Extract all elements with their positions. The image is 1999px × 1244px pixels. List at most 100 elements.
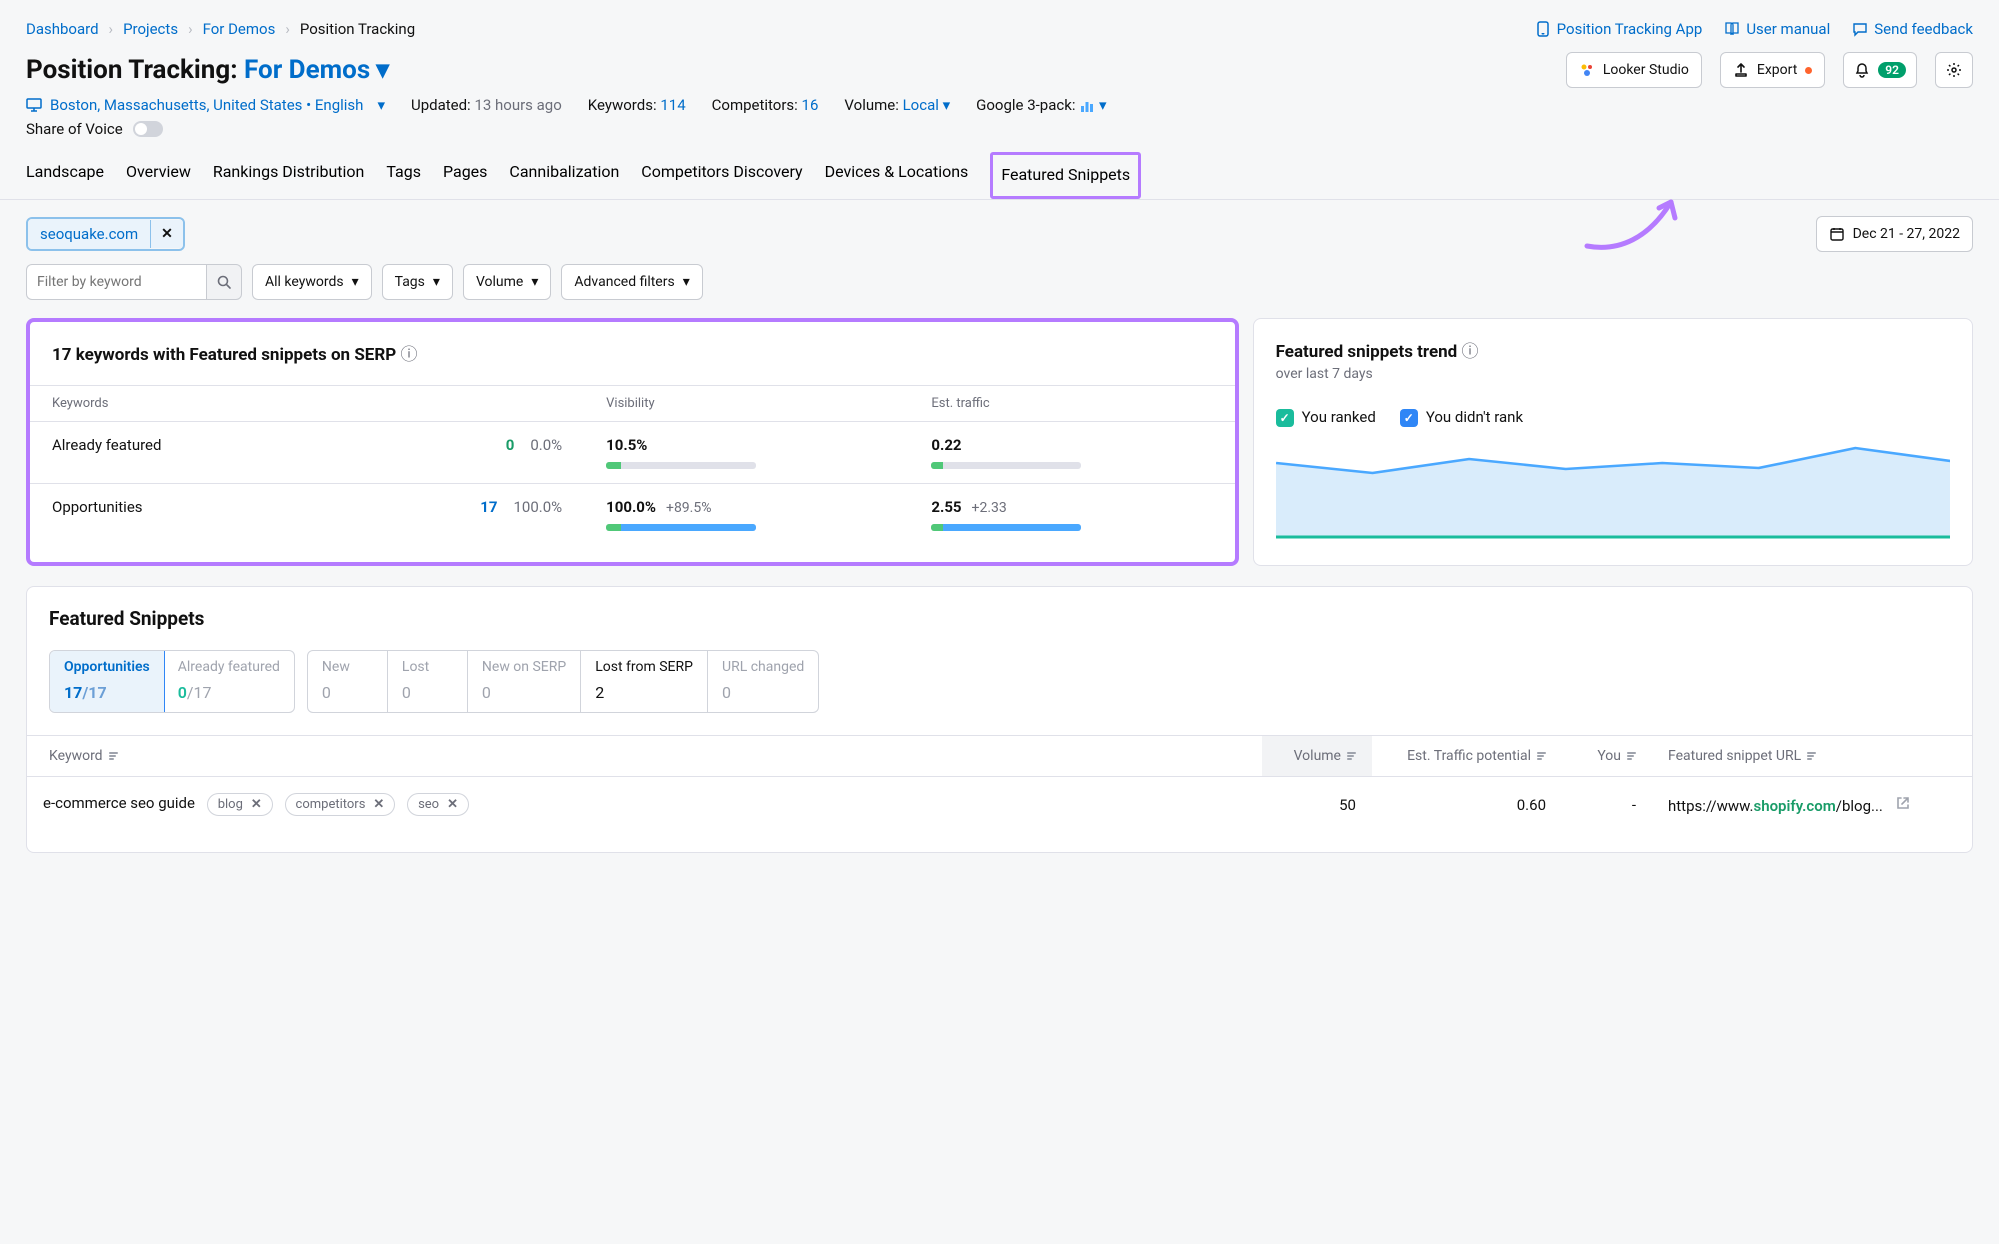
- domain-chip-remove[interactable]: ✕: [150, 220, 183, 248]
- crumb-projects[interactable]: Projects: [123, 20, 178, 38]
- competitors-link[interactable]: 16: [802, 96, 819, 114]
- column-est-traffic: Est. traffic: [909, 386, 1234, 422]
- notifications-button[interactable]: 92: [1843, 52, 1917, 88]
- trend-card-title: Featured snippets trend ⓘ: [1276, 337, 1950, 362]
- info-icon[interactable]: ⓘ: [400, 345, 417, 365]
- location-selector[interactable]: Boston, Massachusetts, United States • E…: [26, 96, 385, 114]
- keywords-link[interactable]: 114: [660, 96, 685, 114]
- calendar-icon: [1829, 226, 1845, 242]
- book-icon: [1724, 21, 1740, 37]
- tab-tags[interactable]: Tags: [386, 152, 421, 199]
- keyword-filter-input[interactable]: [26, 264, 206, 300]
- keyword-filter: [26, 264, 242, 300]
- close-icon[interactable]: ✕: [251, 797, 262, 812]
- col-est-traffic[interactable]: Est. Traffic potential: [1372, 736, 1562, 776]
- tab-cannibalization[interactable]: Cannibalization: [509, 152, 619, 199]
- monitor-icon: [26, 97, 42, 113]
- col-you[interactable]: You: [1562, 736, 1652, 776]
- tabs: Landscape Overview Rankings Distribution…: [0, 152, 1999, 200]
- page-title: Position Tracking: For Demos▾: [26, 55, 1548, 85]
- legend-you-ranked[interactable]: ✓You ranked: [1276, 408, 1376, 427]
- date-range-button[interactable]: Dec 21 - 27, 2022: [1816, 216, 1973, 252]
- external-link-icon[interactable]: [1895, 795, 1911, 811]
- column-visibility: Visibility: [584, 386, 909, 422]
- close-icon[interactable]: ✕: [447, 797, 458, 812]
- filter-chip-row: seoquake.com ✕ Dec 21 - 27, 2022: [26, 216, 1973, 252]
- looker-studio-button[interactable]: Looker Studio: [1566, 52, 1702, 88]
- cell-url: https://www.shopify.com/blog...: [1652, 779, 1972, 831]
- cell-you: -: [1562, 780, 1652, 830]
- chevron-down-icon: ▾: [377, 96, 385, 114]
- google-3pack-selector[interactable]: Google 3-pack: ▾: [976, 96, 1106, 114]
- tab-overview[interactable]: Overview: [126, 152, 191, 199]
- tags-dropdown[interactable]: Tags ▾: [382, 264, 453, 300]
- page-title-row: Position Tracking: For Demos▾ Looker Stu…: [26, 52, 1973, 88]
- featured-snippets-panel: Featured Snippets Opportunities 17/17 Al…: [26, 586, 1973, 853]
- position-tracking-app-link[interactable]: Position Tracking App: [1535, 20, 1703, 38]
- bar-chart-icon: [1079, 98, 1095, 114]
- seg-already-featured[interactable]: Already featured 0/17: [164, 651, 294, 712]
- cell-est-traffic: 0.60: [1372, 780, 1562, 830]
- tab-pages[interactable]: Pages: [443, 152, 487, 199]
- tag-competitors[interactable]: competitors✕: [285, 793, 396, 816]
- table-header: Keyword Volume Est. Traffic potential Yo…: [27, 735, 1972, 777]
- advanced-filters-dropdown[interactable]: Advanced filters ▾: [561, 264, 702, 300]
- tab-featured-snippets[interactable]: Featured Snippets: [990, 152, 1141, 199]
- domain-chip: seoquake.com ✕: [26, 217, 185, 251]
- seg-opportunities[interactable]: Opportunities 17/17: [49, 650, 165, 713]
- seg-new[interactable]: New0: [308, 651, 388, 712]
- send-feedback-link[interactable]: Send feedback: [1852, 20, 1973, 38]
- search-button[interactable]: [206, 264, 242, 300]
- panel-title: Featured Snippets: [49, 607, 1950, 630]
- cell-volume: 50: [1262, 780, 1372, 830]
- legend-you-didnt-rank[interactable]: ✓You didn't rank: [1400, 408, 1523, 427]
- keywords-count: Keywords: 114: [588, 96, 686, 114]
- volume-selector[interactable]: Volume: Local ▾: [844, 96, 950, 114]
- tab-competitors-discovery[interactable]: Competitors Discovery: [641, 152, 802, 199]
- tab-rankings-distribution[interactable]: Rankings Distribution: [213, 152, 365, 199]
- upload-icon: [1733, 62, 1749, 78]
- notification-count: 92: [1878, 62, 1906, 78]
- col-volume[interactable]: Volume: [1262, 736, 1372, 776]
- keywords-card: 17 keywords with Featured snippets on SE…: [26, 318, 1239, 566]
- project-link[interactable]: For Demos▾: [244, 55, 389, 85]
- seg-lost-from-serp[interactable]: Lost from SERP2: [581, 651, 708, 712]
- chevron-right-icon: ›: [285, 20, 290, 38]
- info-icon[interactable]: ⓘ: [1462, 342, 1479, 362]
- export-button[interactable]: Export: [1720, 52, 1825, 88]
- updated-label: Updated: 13 hours ago: [411, 96, 562, 114]
- crumb-dashboard[interactable]: Dashboard: [26, 20, 99, 38]
- already-featured-row: Already featured 0 0.0% 10.5% 0.22: [30, 422, 1235, 484]
- settings-button[interactable]: [1935, 52, 1973, 88]
- trend-card-subtitle: over last 7 days: [1276, 366, 1950, 382]
- breadcrumbs: Dashboard › Projects › For Demos › Posit…: [26, 20, 1973, 38]
- close-icon[interactable]: ✕: [373, 797, 384, 812]
- sort-icon: [109, 752, 118, 760]
- opportunities-count-link[interactable]: 17: [480, 498, 497, 516]
- col-keyword[interactable]: Keyword: [27, 736, 1262, 776]
- trend-chart: [1276, 433, 1950, 543]
- seg-url-changed[interactable]: URL changed0: [708, 651, 818, 712]
- chevron-right-icon: ›: [109, 20, 114, 38]
- tag-seo[interactable]: seo✕: [407, 793, 469, 816]
- tag-blog[interactable]: blog✕: [207, 793, 273, 816]
- all-keywords-dropdown[interactable]: All keywords ▾: [252, 264, 372, 300]
- bell-icon: [1854, 62, 1870, 78]
- tab-devices-locations[interactable]: Devices & Locations: [825, 152, 969, 199]
- crumb-for-demos[interactable]: For Demos: [203, 20, 276, 38]
- user-manual-link[interactable]: User manual: [1724, 20, 1830, 38]
- checkbox-icon: ✓: [1400, 409, 1418, 427]
- seg-lost[interactable]: Lost0: [388, 651, 468, 712]
- sort-icon: [1807, 752, 1816, 760]
- seg-new-on-serp[interactable]: New on SERP0: [468, 651, 581, 712]
- volume-dropdown[interactable]: Volume ▾: [463, 264, 551, 300]
- sort-icon: [1347, 752, 1356, 760]
- tab-landscape[interactable]: Landscape: [26, 152, 104, 199]
- checkbox-icon: ✓: [1276, 409, 1294, 427]
- trend-card: Featured snippets trend ⓘ over last 7 da…: [1253, 318, 1973, 566]
- competitors-count: Competitors: 16: [712, 96, 819, 114]
- meta-row: Boston, Massachusetts, United States • E…: [26, 96, 1973, 114]
- share-of-voice-toggle[interactable]: [133, 121, 163, 137]
- col-url[interactable]: Featured snippet URL: [1652, 736, 1972, 776]
- chevron-right-icon: ›: [188, 20, 193, 38]
